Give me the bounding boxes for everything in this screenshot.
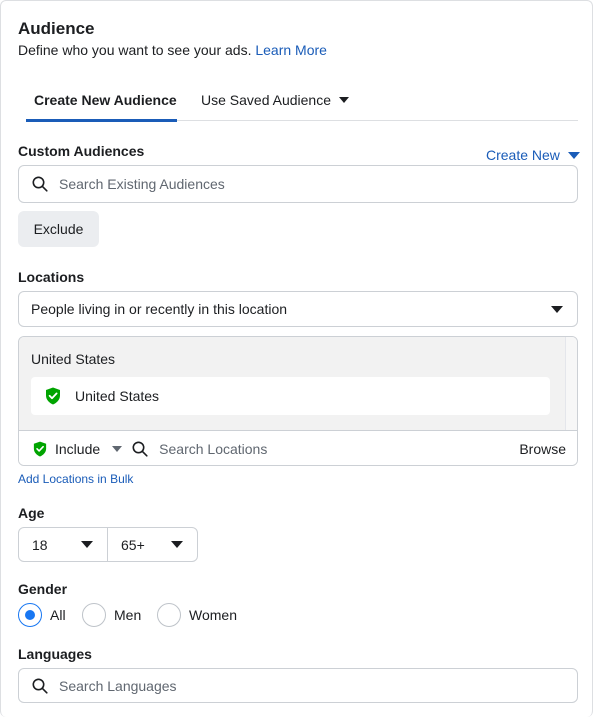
shield-check-icon	[33, 441, 47, 456]
age-min-select[interactable]: 18	[18, 527, 108, 562]
gender-option-label: All	[50, 607, 66, 623]
caret-down-icon	[567, 151, 580, 159]
gender-option-label: Men	[114, 607, 142, 623]
custom-audience-search-input[interactable]: Search Existing Audiences	[18, 165, 578, 203]
caret-down-icon	[171, 541, 183, 548]
active-tab-indicator	[26, 119, 177, 122]
audience-tabs: Create New Audience Use Saved Audience	[26, 79, 578, 122]
create-new-dropdown[interactable]: Create New	[486, 147, 580, 163]
caret-down-icon	[112, 445, 123, 452]
age-max-select[interactable]: 65+	[107, 527, 198, 562]
language-search-placeholder: Search Languages	[59, 677, 177, 694]
gender-label: Gender	[18, 581, 68, 597]
include-dropdown[interactable]: Include	[33, 440, 123, 457]
include-label: Include	[55, 440, 101, 457]
subtitle-text: Define who you want to see your ads.	[18, 42, 252, 58]
selected-location-label: United States	[75, 388, 160, 404]
search-icon	[132, 441, 148, 457]
shield-check-icon	[46, 387, 60, 405]
tab-label: Use Saved Audience	[201, 92, 331, 108]
gender-radio-women[interactable]	[157, 603, 181, 627]
section-title: Audience	[18, 19, 95, 38]
locations-box: United States United States Include Sear…	[18, 336, 578, 466]
gender-radio-men[interactable]	[82, 603, 106, 627]
gender-radio-all[interactable]	[18, 603, 42, 627]
age-max-value: 65+	[121, 536, 145, 553]
locations-label: Locations	[18, 269, 85, 285]
exclude-label: Exclude	[33, 221, 84, 237]
gender-option-label: Women	[189, 607, 237, 623]
tab-label: Create New Audience	[34, 92, 177, 108]
browse-button[interactable]: Browse	[519, 441, 566, 457]
caret-down-icon	[81, 541, 93, 548]
location-group-header: United States	[31, 351, 116, 367]
language-search-input[interactable]: Search Languages	[18, 668, 578, 703]
learn-more-link[interactable]: Learn More	[255, 42, 327, 58]
create-new-label: Create New	[486, 147, 560, 163]
section-subtitle: Define who you want to see your ads. Lea…	[18, 42, 327, 58]
age-min-value: 18	[32, 536, 48, 553]
location-search-placeholder: Search Locations	[159, 440, 268, 457]
age-label: Age	[18, 505, 45, 521]
tab-create-new-audience[interactable]: Create New Audience	[34, 79, 177, 121]
exclude-button[interactable]: Exclude	[18, 211, 99, 247]
search-icon	[32, 678, 48, 694]
custom-audiences-label: Custom Audiences	[18, 143, 145, 159]
location-group: United States United States	[19, 337, 565, 430]
location-type-value: People living in or recently in this loc…	[31, 301, 288, 317]
audience-card: Audience Define who you want to see your…	[0, 0, 593, 717]
search-icon	[32, 176, 48, 192]
caret-down-icon	[551, 305, 563, 313]
selected-location-item[interactable]: United States	[31, 377, 550, 415]
add-locations-bulk-link[interactable]: Add Locations in Bulk	[18, 472, 133, 486]
tab-use-saved-audience[interactable]: Use Saved Audience	[201, 79, 349, 121]
location-search-bar: Include Search Locations Browse	[19, 430, 577, 465]
location-scrollbar[interactable]	[565, 337, 577, 430]
search-placeholder: Search Existing Audiences	[59, 176, 225, 192]
languages-label: Languages	[18, 646, 92, 662]
location-search-input[interactable]: Search Locations	[132, 441, 519, 457]
caret-down-icon	[338, 97, 349, 103]
location-type-select[interactable]: People living in or recently in this loc…	[18, 291, 578, 327]
